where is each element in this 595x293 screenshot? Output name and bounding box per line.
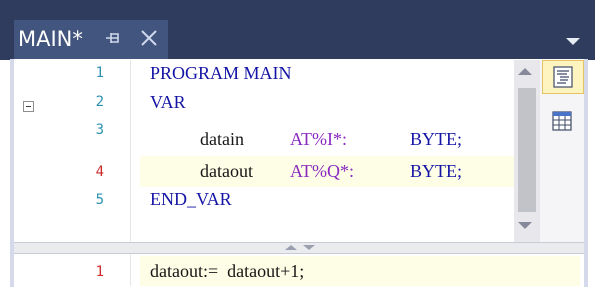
splitter-down-icon[interactable]: [303, 245, 315, 250]
text-view-button[interactable]: [542, 60, 584, 94]
code-line: VAR: [150, 92, 186, 112]
table-view-button[interactable]: [542, 106, 584, 140]
code-line: PROGRAM MAIN: [150, 63, 292, 83]
variable-type: BYTE;: [410, 129, 462, 149]
code-line: dataout:= dataout+1;: [150, 261, 305, 281]
line-number: 4: [95, 164, 104, 180]
tab-title: MAIN*: [18, 27, 83, 51]
line-number: 1: [95, 264, 104, 280]
collapse-icon[interactable]: [23, 101, 34, 112]
line-number: 3: [95, 122, 104, 138]
table-view-icon: [552, 111, 572, 131]
variable-address: AT%Q*:: [290, 161, 354, 181]
gutter-divider: [130, 60, 131, 242]
text-view-icon: [553, 66, 573, 88]
scroll-up-icon[interactable]: [518, 68, 532, 75]
code-line: END_VAR: [150, 189, 232, 209]
line-number: 5: [95, 192, 104, 208]
variable-type: BYTE;: [410, 161, 462, 181]
pin-icon[interactable]: [104, 29, 122, 47]
line-number: 2: [95, 94, 104, 110]
variable-name: datain: [200, 129, 244, 149]
scroll-down-icon[interactable]: [518, 222, 532, 229]
pane-splitter[interactable]: [14, 242, 584, 254]
splitter-up-icon[interactable]: [285, 245, 297, 250]
gutter-divider: [130, 254, 131, 286]
close-icon[interactable]: [138, 27, 160, 49]
line-number: 1: [95, 65, 104, 81]
scrollbar-thumb[interactable]: [518, 88, 536, 212]
variable-address: AT%I*:: [290, 129, 347, 149]
variable-name: dataout: [200, 161, 253, 181]
chevron-down-icon[interactable]: [566, 38, 580, 45]
